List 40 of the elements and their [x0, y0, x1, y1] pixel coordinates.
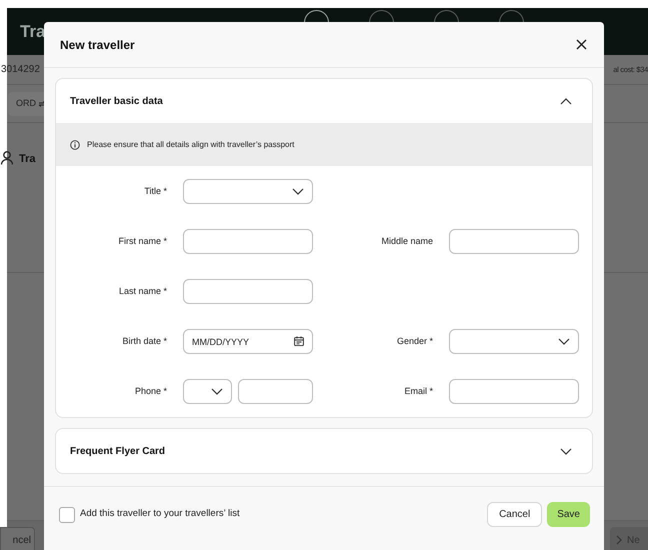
chevron-down-icon [560, 448, 572, 454]
accordion-header[interactable]: Frequent Flyer Card [56, 429, 592, 473]
chevron-down-icon [292, 188, 304, 195]
swap-icon [38, 100, 46, 106]
chevron-down-icon [211, 388, 223, 395]
field-label: Last name * [118, 284, 167, 298]
cancel-button[interactable]: Cancel [487, 502, 542, 527]
input-field[interactable] [449, 379, 579, 404]
country-code-select[interactable] [183, 379, 232, 404]
input-field[interactable] [449, 229, 579, 254]
page-title: Tra [20, 20, 46, 43]
input-field[interactable] [183, 229, 313, 254]
field-label: Gender * [396, 334, 433, 348]
date-field[interactable]: MM/DD/YYYY [183, 329, 313, 354]
user-icon [1, 151, 13, 165]
select-field[interactable] [449, 329, 579, 354]
calendar-icon [294, 336, 304, 346]
field-label: First name * [117, 234, 167, 248]
field-label: Birth date * [121, 334, 167, 348]
field-label: Middle name [380, 234, 433, 248]
select-field[interactable] [183, 179, 313, 204]
phone-number-field[interactable] [238, 379, 313, 404]
checkbox-label: Add this traveller to your travellers’ list [80, 507, 240, 522]
field-label: Phone * [134, 384, 167, 398]
checkbox[interactable] [59, 506, 75, 522]
route-code: ORD [16, 96, 36, 110]
info-message: Please ensure that all details align with traveller’s passport [87, 138, 294, 150]
chevron-right-icon [616, 535, 622, 545]
accordion-header[interactable]: Traveller basic data [56, 79, 592, 123]
save-button[interactable]: Save [547, 502, 590, 527]
close-button[interactable] [574, 38, 588, 52]
chevron-up-icon [560, 98, 572, 104]
section-title: Tra [19, 152, 36, 167]
input-field[interactable] [183, 279, 313, 304]
close-icon [576, 39, 586, 50]
field-label: Title * [143, 184, 167, 198]
chevron-down-icon [558, 338, 570, 345]
dialog-title: New traveller [60, 36, 135, 54]
field-label: Email * [403, 384, 433, 398]
info-icon [70, 140, 80, 150]
